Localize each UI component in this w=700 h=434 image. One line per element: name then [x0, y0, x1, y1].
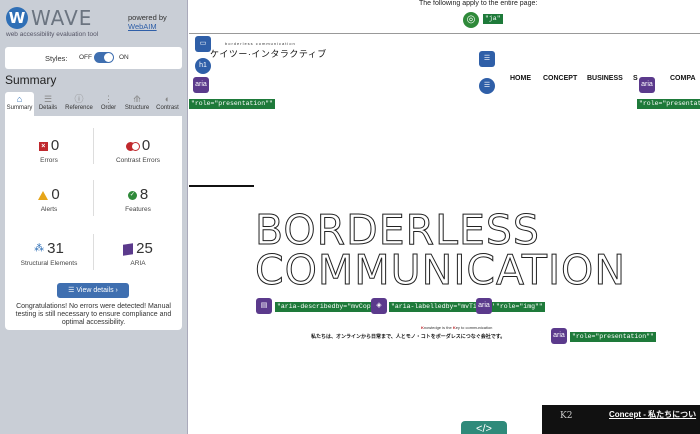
knowledge-mid: nowledge is the — [423, 325, 453, 330]
contrast-icon: ◐ — [164, 94, 171, 104]
evaluated-page: The following apply to the entire page: … — [189, 0, 700, 434]
site-brand-tagline: borderless communication — [225, 41, 296, 46]
powered-by-label: powered by — [128, 13, 167, 22]
stat-features[interactable]: ✓ 8 Features — [94, 186, 182, 214]
features-label: Features — [125, 206, 151, 213]
powered-by: powered by WebAIM — [128, 13, 167, 31]
describedby-tag: "aria-describedby="mvCopy"" — [275, 302, 385, 312]
language-globe-icon[interactable]: ◎ — [463, 12, 479, 28]
alerts-label: Alerts — [40, 206, 58, 213]
wave-tagline: web accessibility evaluation tool — [6, 31, 99, 38]
aria-describedby-icon[interactable]: ▤ — [256, 298, 272, 314]
view-details-button[interactable]: ☰ View details › — [57, 283, 129, 298]
aria-icon[interactable]: aria — [476, 298, 492, 314]
k2-logo: K2 — [560, 411, 573, 421]
tab-summary[interactable]: ⌂ Summary — [5, 92, 34, 116]
nav-company[interactable]: COMPA — [670, 75, 696, 82]
aria-label-icon[interactable]: ◈ — [371, 298, 387, 314]
home-icon: ⌂ — [16, 94, 23, 104]
aria-icon[interactable]: aria — [639, 77, 655, 93]
alert-icon — [38, 190, 49, 200]
lang-tag: "ja" — [483, 14, 503, 24]
role-img-tag: "role="img"" — [494, 302, 545, 312]
feature-check-icon: ✓ — [127, 190, 137, 200]
tab-label: Contrast — [156, 105, 179, 111]
stat-alerts[interactable]: 0 Alerts — [5, 187, 93, 213]
hero-line-2: COMMUNICATION — [255, 246, 626, 294]
tab-order[interactable]: ⋮ Order — [96, 92, 121, 116]
tab-label: Order — [100, 105, 117, 111]
errors-count: 0 — [50, 137, 60, 154]
tab-label: Details — [38, 105, 58, 111]
nav-service[interactable]: S — [633, 75, 638, 82]
wave-tabs: ⌂ Summary ☰ Details ⓘ Reference ⋮ Order … — [5, 92, 182, 116]
list-icon[interactable]: ☰ — [479, 78, 495, 94]
stat-structural[interactable]: ⁂ 31 Structural Elements — [5, 240, 93, 268]
divider — [189, 33, 700, 34]
concept-link[interactable]: Concept - 私たちについ — [609, 409, 696, 420]
features-count: 8 — [139, 186, 149, 203]
hero-line-1: BORDERLESS — [255, 206, 540, 254]
nav-home[interactable]: HOME — [510, 75, 531, 82]
contrast-errors-count: 0 — [141, 137, 151, 154]
navigation-landmark-icon[interactable]: ☰ — [479, 51, 495, 67]
structural-count: 31 — [47, 240, 64, 257]
alerts-count: 0 — [51, 186, 60, 203]
site-brand: ケイツー·インタラクティブ — [210, 49, 327, 59]
wave-logo-text: WAVE — [31, 6, 93, 30]
structure-icon: ⁂ — [34, 243, 45, 255]
aria-icon[interactable]: aria — [551, 328, 567, 344]
h1-icon[interactable]: h1 — [195, 58, 211, 74]
styles-toggle[interactable] — [94, 52, 114, 63]
stat-contrast-errors[interactable]: 0 Contrast Errors — [94, 137, 182, 165]
list-icon: ☰ — [43, 94, 53, 104]
stat-errors[interactable]: × 0 Errors — [5, 138, 93, 164]
wave-logo-icon: W — [6, 7, 28, 29]
tab-label: Structure — [124, 105, 150, 111]
aria-label: ARIA — [130, 260, 146, 267]
stat-aria[interactable]: 25 ARIA — [94, 241, 182, 267]
knowledge-tagline: Knowledge is the Key to communication — [421, 325, 492, 330]
info-icon: ⓘ — [74, 94, 84, 104]
contrast-error-icon — [125, 142, 140, 152]
role-presentation-tag: "role="presentation"" — [570, 332, 656, 342]
concept-preview[interactable]: K2 Concept - 私たちについ — [542, 405, 700, 434]
summary-panel: × 0 Errors 0 Contrast Errors 0 Alerts ✓ 8 … — [5, 116, 182, 330]
role-presentation-tag: "role="presentation"" — [637, 99, 700, 109]
tab-label: Reference — [65, 105, 93, 111]
webaim-link[interactable]: WebAIM — [128, 22, 157, 31]
styles-toggle-box: Styles: OFF ON — [5, 47, 182, 69]
structure-icon: ⟰ — [133, 94, 141, 104]
knowledge-post: ey to communication — [455, 325, 493, 330]
code-view-button[interactable]: </> — [461, 421, 507, 434]
tab-details[interactable]: ☰ Details — [34, 92, 62, 116]
tab-structure[interactable]: ⟰ Structure — [121, 92, 153, 116]
summary-heading: Summary — [5, 73, 57, 87]
decorative-line — [189, 185, 254, 187]
tab-reference[interactable]: ⓘ Reference — [62, 92, 96, 116]
header-landmark-icon[interactable]: ▭ — [195, 36, 211, 52]
role-presentation-tag: "role="presentation"" — [189, 99, 275, 109]
order-icon: ⋮ — [104, 94, 113, 104]
error-icon: × — [38, 141, 48, 151]
company-description: 私たちは、オンラインから日常まで、人とモノ・コトをボーダレスにつなぐ会社です。 — [311, 334, 506, 340]
congrats-message: Congratulations! No errors were detected… — [15, 303, 172, 326]
nav-business[interactable]: BUSINESS — [587, 75, 623, 82]
styles-off-label: OFF — [79, 54, 92, 61]
aria-icon — [123, 242, 134, 256]
aria-icon[interactable]: aria — [193, 77, 209, 93]
aria-count: 25 — [136, 240, 153, 257]
tab-contrast[interactable]: ◐ Contrast — [153, 92, 182, 116]
tab-label: Summary — [6, 105, 33, 111]
errors-label: Errors — [40, 157, 58, 164]
apply-text: The following apply to the entire page: — [419, 0, 538, 7]
structural-label: Structural Elements — [20, 260, 78, 267]
wave-sidebar: W WAVE web accessibility evaluation tool… — [0, 0, 188, 434]
nav-concept[interactable]: CONCEPT — [543, 75, 577, 82]
styles-label: Styles: — [45, 54, 68, 63]
view-details-label: View details › — [76, 287, 118, 294]
styles-on-label: ON — [119, 54, 129, 61]
hero-title: BORDERLESS COMMUNICATION — [255, 206, 626, 294]
contrast-errors-label: Contrast Errors — [115, 157, 161, 164]
